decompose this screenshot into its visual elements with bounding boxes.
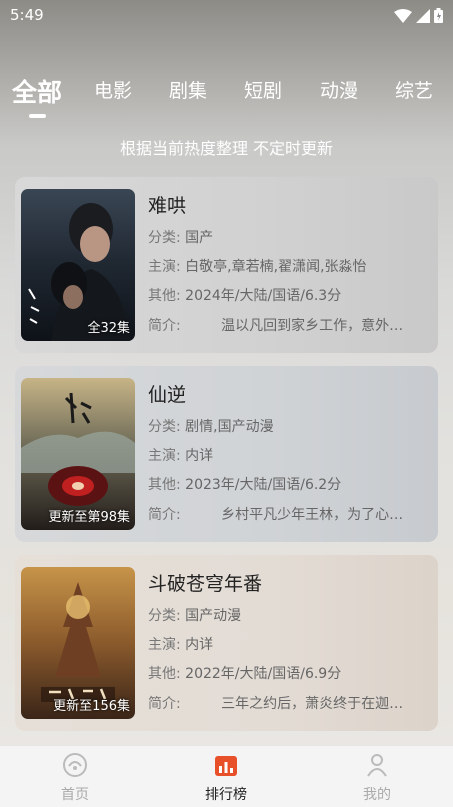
category-label: 分类: — [148, 419, 181, 435]
nav-home[interactable]: 首页 — [35, 752, 115, 804]
other-value: 2024年/大陆/国语/6.3分 — [185, 288, 342, 304]
intro-label: 简介: — [148, 507, 181, 523]
cast-row: 主演: 内详 — [148, 445, 213, 465]
other-row: 其他: 2022年/大陆/国语/6.9分 — [148, 663, 341, 683]
wifi-icon — [394, 8, 412, 23]
tab-all[interactable]: 全部 — [12, 73, 62, 109]
other-row: 其他: 2024年/大陆/国语/6.3分 — [148, 285, 341, 305]
nav-home-label: 首页 — [61, 787, 89, 803]
episode-badge: 全32集 — [87, 321, 130, 336]
tab-movies[interactable]: 电影 — [94, 76, 132, 103]
other-value: 2023年/大陆/国语/6.2分 — [185, 477, 342, 493]
category-row: 分类: 国产动漫 — [148, 605, 241, 625]
intro-row: 简介: 乡村平凡少年王林，为了心中… — [148, 504, 411, 524]
ranking-icon — [215, 756, 237, 776]
profile-icon — [367, 754, 387, 777]
signal-icon — [416, 8, 430, 23]
ranking-card[interactable]: 更新至156集 斗破苍穹年番 分类: 国产动漫 主演: 内详 其他: 2022年… — [15, 555, 438, 731]
intro-label: 简介: — [148, 318, 181, 334]
tab-anime[interactable]: 动漫 — [320, 76, 358, 103]
intro-value: 温以凡回到家乡工作，意外遇… — [221, 318, 412, 334]
category-value: 国产 — [185, 230, 214, 246]
episode-badge: 更新至第98集 — [48, 510, 130, 525]
intro-row: 简介: 三年之约后，萧炎终于在迦南… — [148, 693, 411, 713]
other-value: 2022年/大陆/国语/6.9分 — [185, 666, 342, 682]
cast-row: 主演: 白敬亭,章若楠,翟潇闻,张淼怡 — [148, 256, 367, 276]
card-title[interactable]: 难哄 — [148, 191, 186, 218]
intro-row: 简介: 温以凡回到家乡工作，意外遇… — [148, 315, 411, 335]
ranking-subtitle: 根据当前热度整理 不定时更新 — [119, 139, 334, 158]
active-tab-indicator — [29, 114, 46, 118]
cast-label: 主演: — [148, 448, 181, 464]
nav-ranking[interactable]: 排行榜 — [186, 752, 266, 804]
tab-variety[interactable]: 综艺 — [395, 76, 433, 103]
episode-badge: 更新至156集 — [53, 699, 130, 714]
intro-label: 简介: — [148, 696, 181, 712]
poster-image[interactable]: 更新至第98集 — [21, 378, 135, 530]
status-bar: 5:49 — [0, 0, 453, 32]
nav-profile[interactable]: 我的 — [337, 752, 417, 804]
tab-short-drama[interactable]: 短剧 — [244, 76, 282, 103]
battery-icon — [434, 8, 443, 23]
other-label: 其他: — [148, 288, 181, 304]
tab-series[interactable]: 剧集 — [169, 76, 207, 103]
cast-row: 主演: 内详 — [148, 634, 213, 654]
poster-image[interactable]: 全32集 — [21, 189, 135, 341]
other-row: 其他: 2023年/大陆/国语/6.2分 — [148, 474, 341, 494]
nav-ranking-label: 排行榜 — [205, 787, 247, 803]
status-icons — [394, 8, 443, 23]
home-icon — [63, 753, 87, 777]
category-label: 分类: — [148, 608, 181, 624]
category-row: 分类: 剧情,国产动漫 — [148, 416, 274, 436]
intro-value: 乡村平凡少年王林，为了心中… — [221, 507, 412, 523]
card-title[interactable]: 仙逆 — [148, 380, 186, 407]
other-label: 其他: — [148, 666, 181, 682]
poster-image[interactable]: 更新至156集 — [21, 567, 135, 719]
category-row: 分类: 国产 — [148, 227, 213, 247]
category-value: 国产动漫 — [185, 608, 242, 624]
ranking-card[interactable]: 全32集 难哄 分类: 国产 主演: 白敬亭,章若楠,翟潇闻,张淼怡 其他: 2… — [15, 177, 438, 353]
cast-label: 主演: — [148, 259, 181, 275]
nav-profile-label: 我的 — [363, 787, 391, 803]
card-title[interactable]: 斗破苍穹年番 — [148, 569, 262, 596]
category-value: 剧情,国产动漫 — [185, 419, 274, 435]
cast-value: 内详 — [185, 448, 214, 464]
status-time: 5:49 — [10, 6, 44, 24]
category-tabs: 全部 电影 剧集 短剧 动漫 综艺 — [0, 76, 453, 120]
bottom-nav: 首页 排行榜 我的 — [0, 745, 453, 807]
cast-value: 白敬亭,章若楠,翟潇闻,张淼怡 — [185, 259, 367, 275]
cast-value: 内详 — [185, 637, 214, 653]
ranking-card[interactable]: 更新至第98集 仙逆 分类: 剧情,国产动漫 主演: 内详 其他: 2023年/… — [15, 366, 438, 542]
cast-label: 主演: — [148, 637, 181, 653]
intro-value: 三年之约后，萧炎终于在迦南… — [221, 696, 412, 712]
category-label: 分类: — [148, 230, 181, 246]
other-label: 其他: — [148, 477, 181, 493]
